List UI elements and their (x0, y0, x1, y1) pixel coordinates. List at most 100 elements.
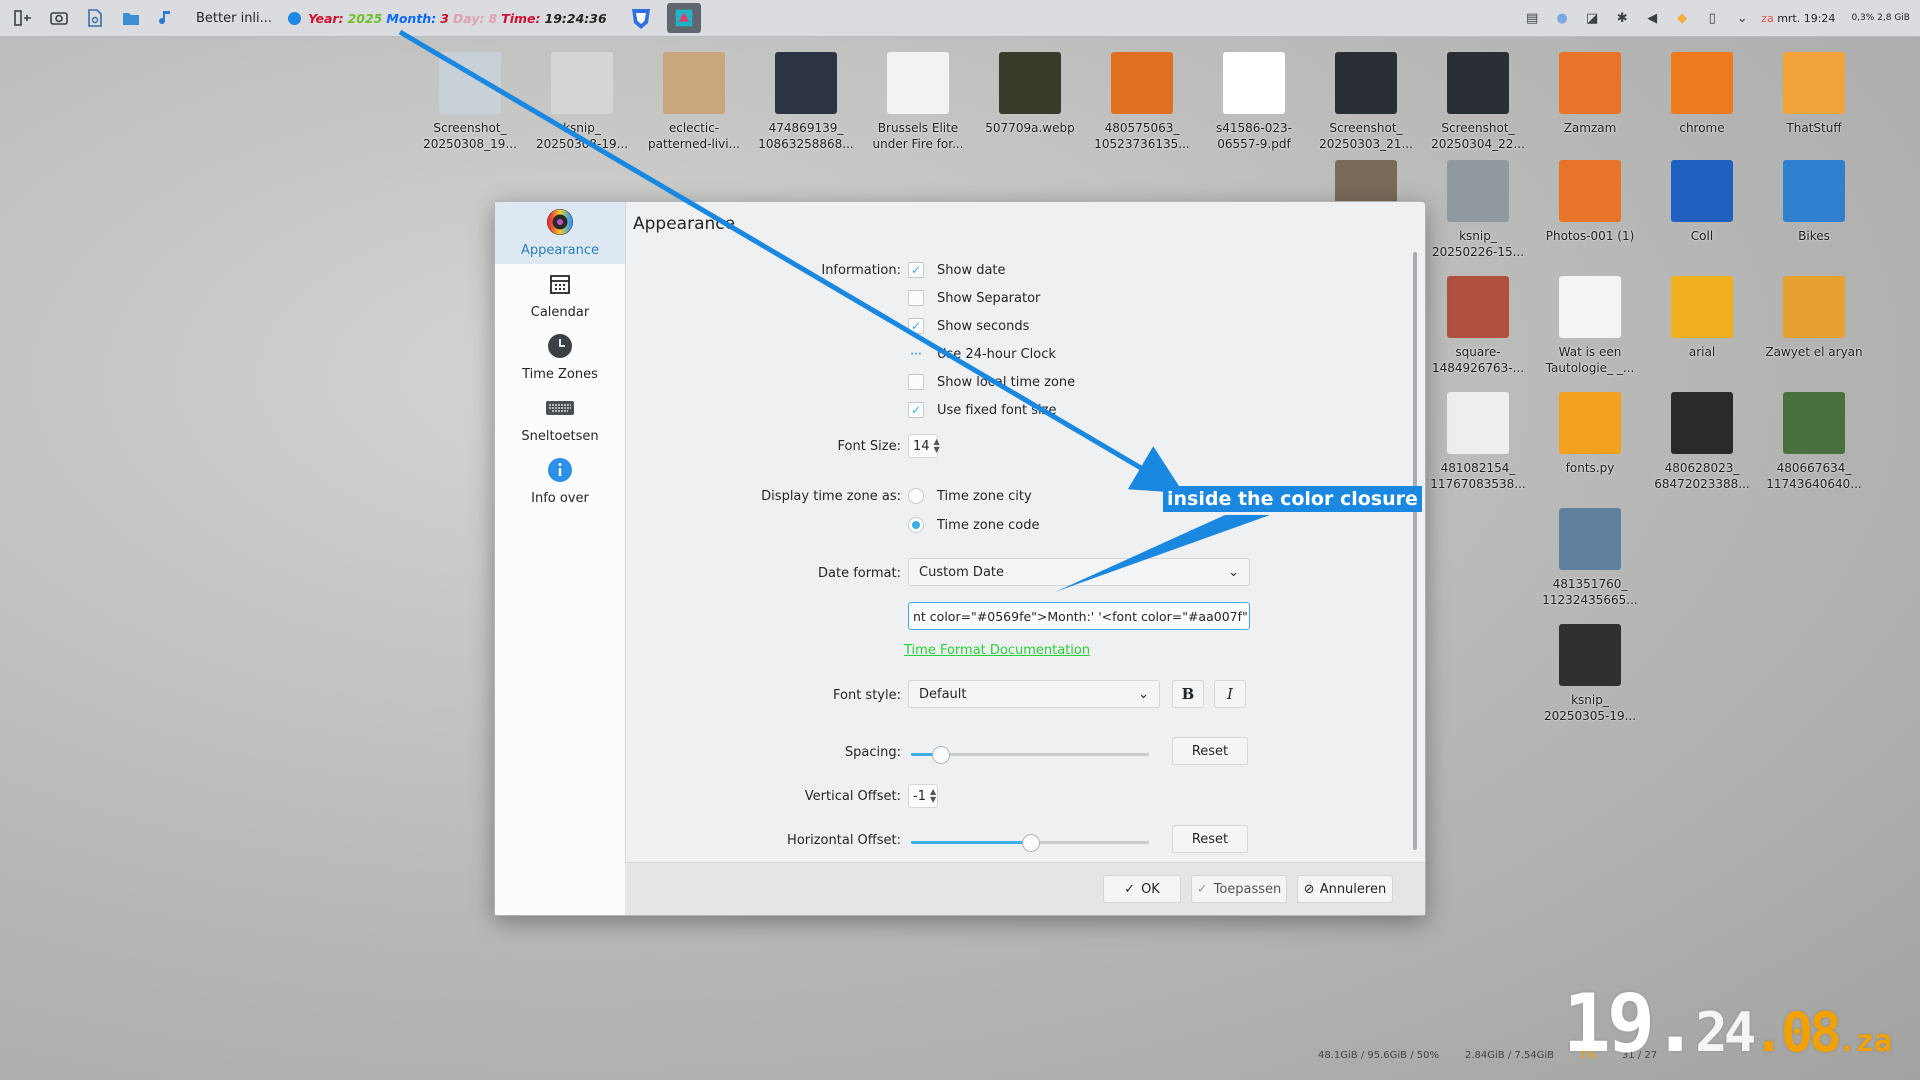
font-style-value: Default (919, 686, 967, 702)
sidebar-item-time-zones[interactable]: Time Zones (495, 326, 625, 388)
information-label: Information: (821, 263, 901, 278)
checkbox-box[interactable] (908, 290, 924, 306)
desktop-icon[interactable]: Screenshot_ 20250303_21... (1316, 52, 1416, 152)
content-scrollbar[interactable] (1413, 252, 1417, 850)
ok-button[interactable]: ✓ OK (1103, 875, 1181, 903)
volume-icon[interactable]: ◀ (1643, 9, 1661, 27)
screenshot-icon[interactable] (46, 5, 72, 31)
desktop-icon-label: ksnip_ (563, 121, 601, 135)
system-settings-icon[interactable] (666, 3, 701, 33)
radio-button[interactable] (908, 488, 924, 504)
slider-handle[interactable] (931, 746, 950, 764)
desktop-icon[interactable]: Brussels Elite under Fire for... (868, 52, 968, 152)
desktop-icon[interactable]: chrome (1652, 52, 1752, 136)
app-launcher-icon[interactable] (10, 5, 36, 31)
desktop-icon[interactable]: Zawyet el aryan (1764, 276, 1864, 360)
horizontal-offset-slider[interactable] (911, 832, 1149, 852)
date-format-dropdown[interactable]: Custom Date ⌄ (908, 558, 1250, 586)
desktop-icon[interactable]: ksnip_ 20250305-19... (1540, 624, 1640, 724)
document-viewer-icon[interactable] (82, 5, 108, 31)
file-thumbnail-icon (1559, 392, 1621, 454)
panel-clock[interactable]: Year: 2025 Month: 3 Day: 8 Time: 19:24:3… (288, 11, 611, 26)
sidebar-item-appearance[interactable]: Appearance (495, 202, 625, 264)
spacing-reset-button[interactable]: Reset (1172, 737, 1248, 765)
show-separator-checkbox[interactable]: Show Separator (908, 290, 1040, 306)
chevron-down-icon[interactable]: ⌄ (1733, 9, 1751, 27)
brave-browser-icon[interactable] (627, 4, 655, 32)
radio-button[interactable] (908, 517, 924, 533)
desktop-icon[interactable]: square- 1484926763-... (1428, 276, 1528, 376)
vertical-offset-spinbox[interactable]: -1 ▲ ▼ (908, 784, 938, 808)
desktop-icon[interactable]: fonts.py (1540, 392, 1640, 476)
desktop-icon[interactable]: Bikes (1764, 160, 1864, 244)
desktop-icon[interactable]: Zamzam (1540, 52, 1640, 136)
date-format-value: Custom Date (919, 564, 1005, 580)
spacing-slider[interactable] (911, 744, 1149, 764)
fixed-font-size-checkbox[interactable]: ✓ Use fixed font size (908, 402, 1057, 418)
desktop-icon-label-2: 06557-9.pdf (1217, 137, 1291, 151)
bluetooth-icon[interactable]: ✱ (1613, 9, 1631, 27)
file-thumbnail-icon (1447, 392, 1509, 454)
timezone-code-radio[interactable]: Time zone code (908, 517, 1039, 533)
custom-date-format-input[interactable]: nt color="#0569fe">Month:' '<font color=… (908, 602, 1250, 630)
timezone-city-radio[interactable]: Time zone city (908, 488, 1032, 504)
clock-year: 2025 (347, 10, 383, 26)
desktop-icon[interactable]: 507709a.webp (980, 52, 1080, 136)
desktop-icon[interactable]: Coll (1652, 160, 1752, 244)
desktop-icon[interactable]: Screenshot_ 20250308_19... (420, 52, 520, 152)
show-date-checkbox[interactable]: ✓ Show date (908, 262, 1006, 278)
file-thumbnail-icon (1671, 52, 1733, 114)
radio-label: Time zone city (937, 488, 1032, 504)
desktop-icon[interactable]: eclectic-patterned-livi... (644, 52, 744, 152)
notes-icon[interactable]: ▤ (1523, 9, 1541, 27)
desktop-icon[interactable]: 480628023_ 68472023388... (1652, 392, 1752, 492)
desktop-icon[interactable]: Photos-001 (1) (1540, 160, 1640, 244)
cancel-button[interactable]: ⊘ Annuleren (1297, 875, 1393, 903)
tray-clock[interactable]: za mrt. 19:24 (1761, 12, 1835, 25)
desktop-icon[interactable]: 480667634_ 11743640640... (1764, 392, 1864, 492)
desktop-icon[interactable]: Wat is een Tautologie_ _... (1540, 276, 1640, 376)
font-style-dropdown[interactable]: Default ⌄ (908, 680, 1160, 708)
bold-button[interactable]: B (1172, 680, 1204, 708)
desktop-clock-widget: 19.24.08.za (1563, 977, 1892, 1070)
desktop-icon[interactable]: arial (1652, 276, 1752, 360)
clipboard-icon[interactable]: ◪ (1583, 9, 1601, 27)
show-seconds-checkbox[interactable]: ✓ Show seconds (908, 318, 1029, 334)
chevron-down-icon: ⌄ (1228, 564, 1239, 580)
spin-arrows-icon[interactable]: ▲ ▼ (930, 788, 936, 804)
desktop-icon[interactable]: s41586-023- 06557-9.pdf (1204, 52, 1304, 152)
music-note-icon[interactable] (154, 5, 180, 31)
font-style-label: Font style: (833, 688, 901, 703)
font-size-spinbox[interactable]: 14 ▲ ▼ (908, 434, 940, 458)
checkbox-box[interactable]: ✓ (908, 402, 924, 418)
network-icon[interactable]: ● (1553, 9, 1571, 27)
desktop-icon[interactable]: 474869139_ 10863258868... (756, 52, 856, 152)
time-format-documentation-link[interactable]: Time Format Documentation (904, 643, 1090, 658)
horizontal-offset-reset-button[interactable]: Reset (1172, 825, 1248, 853)
italic-button[interactable]: I (1214, 680, 1246, 708)
use-24-hour-checkbox[interactable]: ··· Use 24-hour Clock (908, 346, 1056, 362)
checkbox-box[interactable]: ··· (908, 346, 924, 362)
desktop-icon[interactable]: ksnip_ 20250226-15... (1428, 160, 1528, 260)
desktop-icon[interactable]: ksnip_ 20250308-19... (532, 52, 632, 152)
desktop-icon[interactable]: 481082154_ 11767083538... (1428, 392, 1528, 492)
desktop-icon[interactable]: 480575063_ 10523736135... (1092, 52, 1192, 152)
spin-arrows-icon[interactable]: ▲ ▼ (934, 438, 940, 454)
desktop-icon[interactable]: ThatStuff (1764, 52, 1864, 136)
vertical-offset-label: Vertical Offset: (804, 789, 901, 804)
show-local-timezone-checkbox[interactable]: Show local time zone (908, 374, 1075, 390)
battery-icon[interactable]: ▯ (1703, 9, 1721, 27)
checkbox-box[interactable]: ✓ (908, 318, 924, 334)
task-label[interactable]: Better inli... (196, 11, 272, 26)
desktop-icon-label-2: 10523736135... (1094, 137, 1190, 151)
checkbox-box[interactable] (908, 374, 924, 390)
checkbox-label: Show local time zone (937, 374, 1076, 390)
apply-button[interactable]: ✓ Toepassen (1191, 875, 1287, 903)
file-manager-icon[interactable] (118, 5, 144, 31)
wifi-icon[interactable]: ◆ (1673, 9, 1691, 27)
checkbox-box[interactable]: ✓ (908, 262, 924, 278)
slider-handle[interactable] (1022, 834, 1040, 852)
clock-icon (545, 331, 575, 361)
desktop-icon[interactable]: Screenshot_ 20250304_22... (1428, 52, 1528, 152)
desktop-icon[interactable]: 481351760_ 11232435665... (1540, 508, 1640, 608)
